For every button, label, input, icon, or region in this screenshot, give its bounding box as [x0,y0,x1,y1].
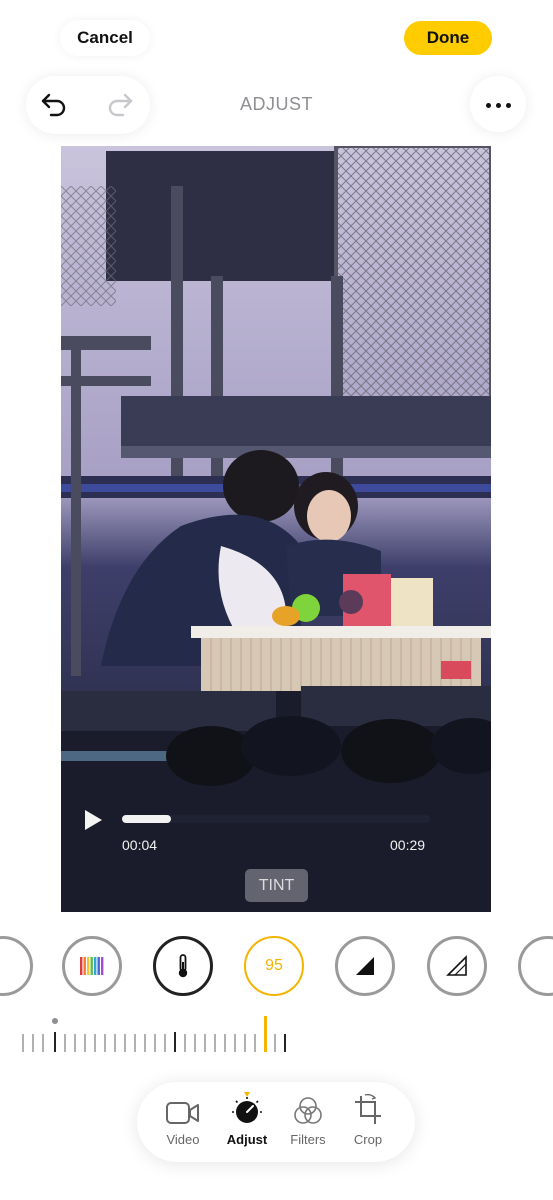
current-time: 00:04 [122,837,158,853]
adjust-tool-partial-left[interactable] [0,936,33,996]
tab-video[interactable]: Video [153,1092,213,1147]
definition-icon [446,955,467,976]
filters-circles-icon [294,1097,322,1124]
tint-value: 95 [265,957,283,974]
play-button[interactable] [82,808,104,832]
definition-tool[interactable] [427,936,487,996]
ruler-zero-dot [52,1018,58,1024]
vibrance-icon [80,957,104,975]
video-preview[interactable] [61,146,491,912]
tab-adjust-label: Adjust [226,1132,268,1147]
warmth-tool[interactable] [153,936,213,996]
tab-crop[interactable]: Crop [338,1092,398,1147]
video-camera-icon [166,1102,199,1124]
tint-tool[interactable]: 95 [244,936,304,996]
playback-progress-fill [122,815,172,823]
playback-scrubber[interactable] [122,815,430,823]
bottom-tab-bar: Video Adjust Filters Crop [137,1082,415,1162]
sharpness-icon [356,957,374,975]
cancel-button[interactable]: Cancel [60,20,150,56]
tab-filters[interactable]: Filters [278,1092,338,1147]
tab-video-label: Video [166,1132,200,1147]
vibrance-tool[interactable] [62,936,122,996]
video-frame-image [61,146,491,912]
more-icon [483,95,513,113]
tab-adjust[interactable]: Adjust [217,1092,277,1147]
done-button[interactable]: Done [404,21,492,55]
crop-rotate-icon [355,1094,381,1124]
ruler-indicator [264,1016,267,1052]
adjust-tool-partial-right[interactable] [518,936,553,996]
more-options-button[interactable] [470,76,526,132]
adjust-dial-icon [232,1092,262,1123]
sharpness-tool[interactable] [335,936,395,996]
adjustment-name-badge: TINT [245,869,308,902]
thermometer-icon [178,954,188,978]
tab-crop-label: Crop [353,1132,383,1147]
total-duration: 00:29 [390,837,426,853]
tab-filters-label: Filters [290,1132,326,1147]
adjustment-ruler-slider[interactable] [20,1016,320,1056]
